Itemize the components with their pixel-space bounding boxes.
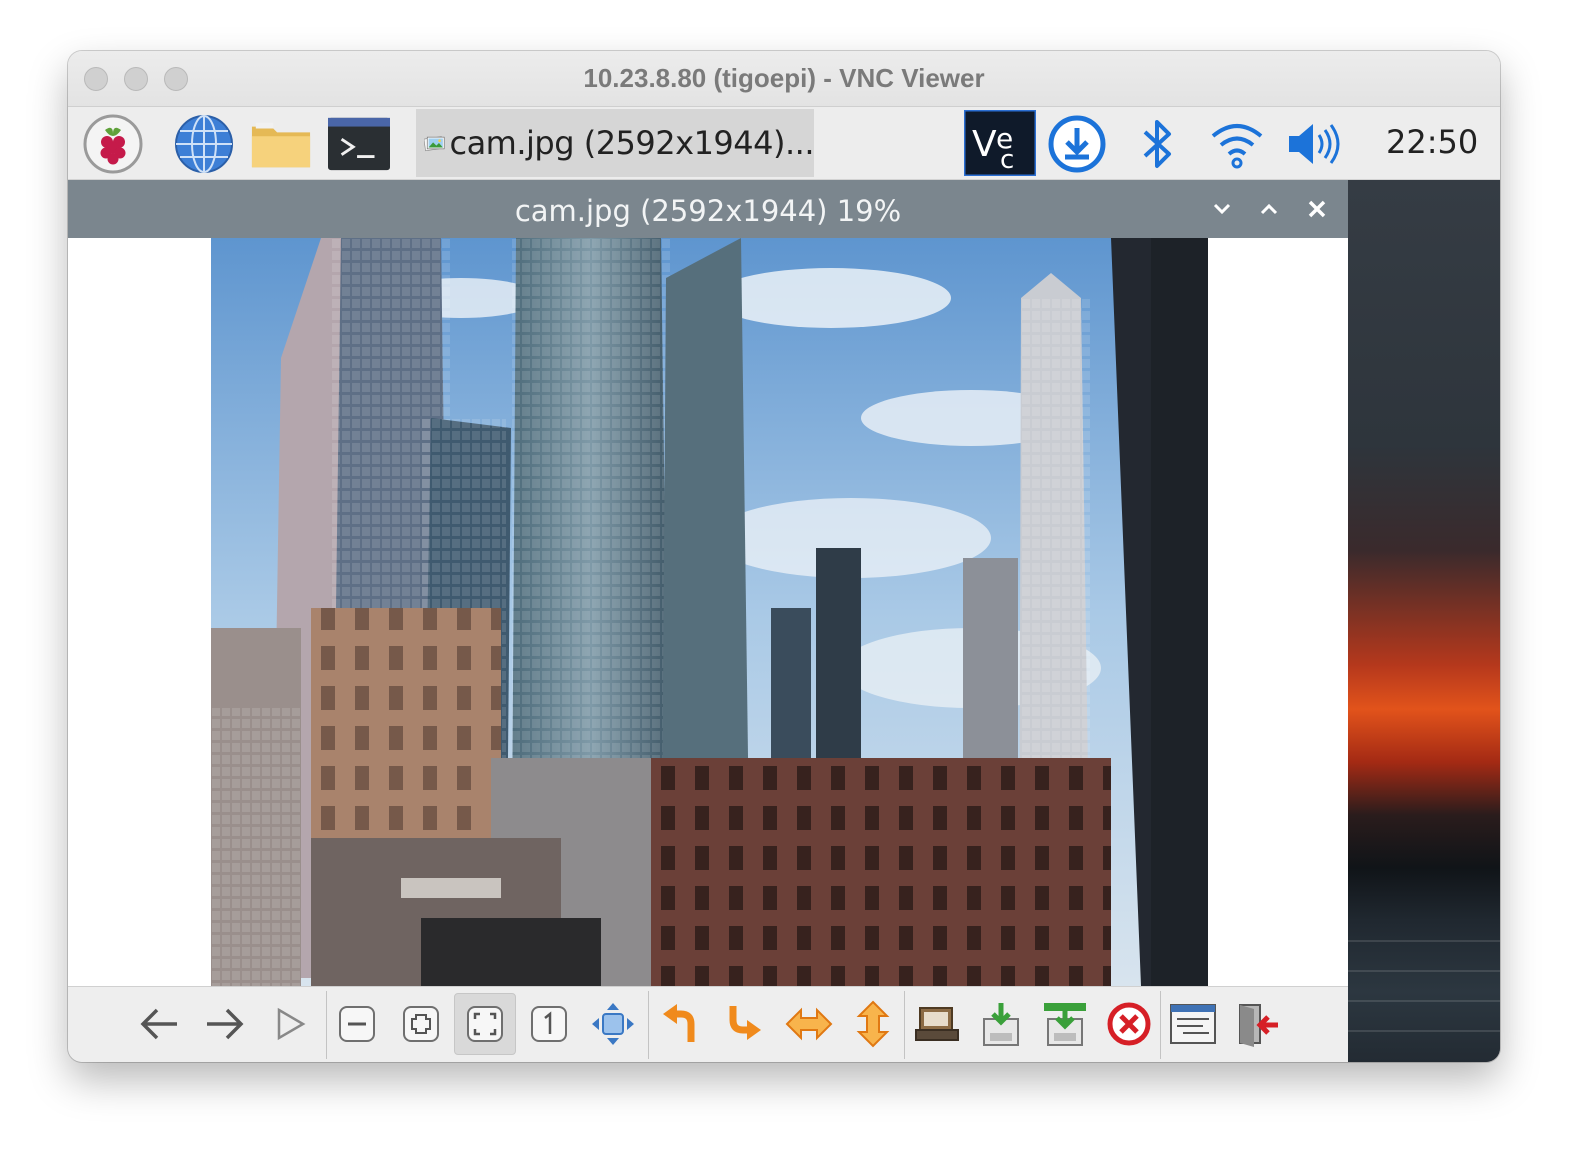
save-as-button[interactable] [1034, 993, 1096, 1055]
viewer-close-button[interactable] [1301, 193, 1333, 225]
fit-to-window-button[interactable] [454, 993, 516, 1055]
rotate-right-icon [729, 1006, 761, 1040]
raspberry-menu-button[interactable] [82, 114, 144, 174]
open-file-button[interactable] [906, 993, 968, 1055]
image-icon [424, 136, 445, 152]
delete-icon [1107, 1002, 1151, 1046]
city-photo [211, 238, 1208, 986]
remote-desktop[interactable]: cam.jpg (2592x1944)... V e c 22:50 cam.j… [68, 107, 1500, 1062]
wifi-button[interactable] [1206, 115, 1268, 173]
wifi-icon [1211, 124, 1263, 169]
quit-button[interactable] [1226, 993, 1288, 1055]
image-canvas[interactable] [68, 238, 1348, 986]
zoom-out-button[interactable] [326, 993, 388, 1055]
window-title: 10.23.8.80 (tigoepi) - VNC Viewer [583, 63, 985, 93]
download-icon [1048, 115, 1106, 173]
viewer-maximize-button[interactable] [1253, 193, 1285, 225]
viewer-title: cam.jpg (2592x1944) 19% [514, 194, 902, 228]
vnc-server-button[interactable]: V e c [964, 109, 1036, 177]
mac-titlebar[interactable]: 10.23.8.80 (tigoepi) - VNC Viewer [68, 51, 1500, 107]
desktop-wallpaper [1348, 180, 1500, 1062]
clock[interactable]: 22:50 [1386, 123, 1478, 161]
chevron-down-icon [1213, 203, 1231, 215]
bluetooth-icon [1143, 120, 1171, 168]
globe-icon [175, 115, 233, 173]
volume-button[interactable] [1284, 115, 1346, 173]
flip-horizontal-icon [785, 1007, 833, 1041]
folder-icon [251, 122, 311, 168]
original-size-button[interactable] [518, 993, 580, 1055]
zoom-in-button[interactable] [390, 993, 452, 1055]
vnc-viewer-window: 10.23.8.80 (tigoepi) - VNC Viewer cam.jp… [68, 51, 1500, 1062]
taskbar: cam.jpg (2592x1944)... V e c 22:50 [68, 107, 1500, 180]
fit-icon [467, 1006, 503, 1042]
arrow-right-icon [207, 1008, 244, 1040]
rotate-right-button[interactable] [714, 993, 776, 1055]
raspberry-icon [83, 114, 143, 174]
taskbar-task-image-viewer[interactable]: cam.jpg (2592x1944)... [416, 109, 814, 177]
taskbar-task-label: cam.jpg (2592x1944)... [449, 124, 814, 162]
flip-horizontal-button[interactable] [778, 993, 840, 1055]
svg-text:V: V [972, 124, 997, 165]
exit-icon [1239, 1004, 1278, 1047]
viewer-minimize-button[interactable] [1206, 193, 1238, 225]
svg-text:c: c [1000, 145, 1014, 175]
image-viewer-window: cam.jpg (2592x1944) 19% [68, 180, 1348, 1062]
save-as-icon [1044, 1003, 1086, 1046]
close-icon [1308, 200, 1326, 218]
updater-button[interactable] [1046, 115, 1108, 173]
open-icon [915, 1007, 959, 1041]
chevron-up-icon [1260, 203, 1278, 215]
preferences-icon [1170, 1004, 1216, 1044]
rotate-left-button[interactable] [650, 993, 712, 1055]
preferences-button[interactable] [1162, 993, 1224, 1055]
terminal-button[interactable] [328, 115, 390, 173]
arrow-left-icon [140, 1008, 177, 1040]
delete-file-button[interactable] [1098, 993, 1160, 1055]
toolbar-separator [648, 991, 649, 1059]
toolbar-separator [904, 991, 905, 1059]
bluetooth-button[interactable] [1126, 115, 1188, 173]
vnc-icon: V e c [964, 110, 1036, 176]
move-icon [592, 1003, 634, 1045]
save-file-button[interactable] [970, 993, 1032, 1055]
volume-icon [1289, 124, 1340, 164]
play-icon [277, 1007, 306, 1041]
next-button[interactable] [194, 993, 256, 1055]
full-screen-button[interactable] [582, 993, 644, 1055]
flip-vertical-button[interactable] [842, 993, 904, 1055]
slideshow-button[interactable] [260, 993, 322, 1055]
rotate-left-icon [663, 1004, 695, 1042]
viewer-toolbar [68, 986, 1348, 1062]
viewer-titlebar[interactable]: cam.jpg (2592x1944) 19% [68, 180, 1348, 238]
web-browser-button[interactable] [173, 115, 235, 173]
save-icon [983, 1003, 1019, 1046]
flip-vertical-icon [856, 1000, 890, 1048]
terminal-icon [328, 117, 390, 171]
photo [211, 238, 1208, 986]
toolbar-separator [1160, 991, 1161, 1059]
one-to-one-icon [531, 1006, 567, 1042]
zoom-in-icon [403, 1006, 439, 1042]
file-manager-button[interactable] [250, 115, 312, 173]
previous-button[interactable] [128, 993, 190, 1055]
zoom-out-icon [339, 1006, 375, 1042]
